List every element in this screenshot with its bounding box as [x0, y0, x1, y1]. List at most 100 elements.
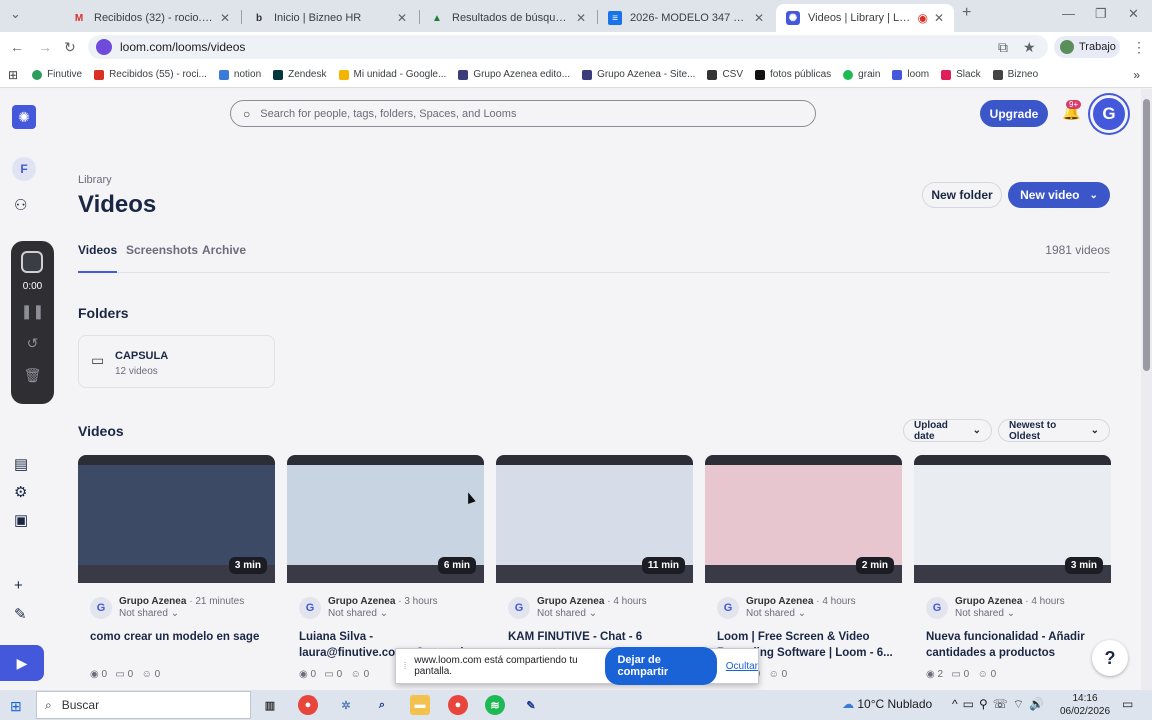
browser-tab-gmail[interactable]: M Recibidos (32) - rocio.ruiz@azenea ✕	[62, 4, 240, 32]
settings-gear-icon[interactable]: ⚙	[14, 483, 27, 501]
folder-card[interactable]: ▭ CAPSULA 12 videos	[78, 335, 275, 388]
video-card[interactable]: 3 min G Grupo Azenea · 4 hours Not shared ⌄…	[914, 455, 1111, 690]
new-folder-button[interactable]: New folder	[922, 182, 1002, 208]
folder-icon: ▭	[91, 352, 105, 368]
translate-icon[interactable]: ⧉	[998, 39, 1008, 56]
restart-icon[interactable]: ↺	[11, 335, 54, 352]
bookmark-star-icon[interactable]: ★	[1023, 39, 1036, 56]
tab-screenshots[interactable]: Screenshots	[126, 243, 198, 273]
workspace-avatar[interactable]: F	[12, 157, 36, 181]
views-icon: ◉	[299, 669, 308, 680]
gmail-icon	[94, 69, 105, 80]
pause-icon[interactable]: ❚❚	[11, 303, 54, 320]
trash-icon[interactable]: 🗑	[11, 367, 54, 384]
bookmark-zendesk[interactable]: Zendesk	[273, 69, 327, 80]
stop-recording-button[interactable]	[21, 251, 43, 273]
bookmark-csv[interactable]: CSV	[707, 69, 743, 80]
recording-indicator-icon: ◉	[917, 11, 928, 25]
tab-search-icon[interactable]: ⌄	[10, 6, 21, 22]
apps-grid-icon[interactable]: ⊞	[8, 68, 18, 82]
bookmark-drive[interactable]: Mi unidad - Google...	[338, 69, 446, 80]
bizneo-icon: b	[255, 12, 263, 24]
share-status[interactable]: Not shared ⌄	[955, 608, 1015, 619]
share-status[interactable]: Not shared ⌄	[119, 608, 179, 619]
video-card[interactable]: 3 min G Grupo Azenea · 21 minutes Not share…	[78, 455, 275, 690]
notifications-icon[interactable]: ▭	[1122, 697, 1133, 711]
bookmark-azenea-editor[interactable]: Grupo Azenea edito...	[458, 69, 570, 80]
tab-archive[interactable]: Archive	[202, 243, 246, 273]
screen-icon[interactable]: ▣	[14, 511, 28, 529]
back-icon[interactable]: ←	[10, 39, 24, 55]
tab-videos[interactable]: Videos	[78, 243, 118, 273]
browser-tab-bizneo[interactable]: b Inicio | Bizneo HR ✕	[242, 4, 417, 32]
bookmark-grain[interactable]: grain	[843, 69, 880, 80]
add-user-icon[interactable]: ⚇	[14, 196, 27, 214]
taskbar-clock[interactable]: 14:16 06/02/2026	[1060, 692, 1110, 718]
add-icon[interactable]: +	[14, 577, 23, 594]
library-icon[interactable]: ▤	[14, 455, 28, 473]
chrome-icon[interactable]: ●	[298, 695, 318, 715]
close-tab-icon[interactable]: ✕	[397, 11, 407, 25]
share-status[interactable]: Not shared ⌄	[746, 608, 806, 619]
camera-record-button[interactable]: ▶	[0, 645, 44, 681]
sort-by-dropdown[interactable]: Upload date ⌄	[903, 419, 992, 442]
help-button[interactable]: ?	[1092, 640, 1128, 676]
taskbar-search[interactable]: ⌕ Buscar	[36, 691, 251, 719]
close-tab-icon[interactable]: ✕	[754, 11, 764, 25]
close-tab-icon[interactable]: ✕	[934, 11, 944, 25]
share-status[interactable]: Not shared ⌄	[328, 608, 388, 619]
browser-tab-docs[interactable]: ≡ 2026- MODELO 347 Y MODELO ✕	[598, 4, 774, 32]
browser-tab-loom[interactable]: ✺ Videos | Library | Loom ◉ ✕	[776, 4, 954, 32]
share-status[interactable]: Not shared ⌄	[537, 608, 597, 619]
bookmark-azenea-site[interactable]: Grupo Azenea - Site...	[582, 69, 695, 80]
video-title[interactable]: Nueva funcionalidad - Añadir cantidades …	[926, 629, 1106, 661]
profile-chip[interactable]: Trabajo	[1054, 36, 1120, 58]
app-icon-2[interactable]: ✎	[521, 695, 541, 715]
spotify-icon[interactable]: ≋	[485, 695, 505, 715]
upgrade-button[interactable]: Upgrade	[980, 100, 1048, 127]
site-info-icon[interactable]	[96, 39, 112, 55]
bookmark-fotos[interactable]: fotos públicas	[755, 69, 831, 80]
bookmark-slack[interactable]: Slack	[941, 69, 981, 80]
user-avatar[interactable]: G	[1090, 95, 1128, 133]
system-tray[interactable]: ^▭⚲☏⌔🔊	[952, 697, 1049, 712]
hide-link[interactable]: Ocultar	[726, 661, 758, 672]
reload-icon[interactable]: ↻	[64, 39, 76, 56]
chrome-active-icon[interactable]: ●	[448, 695, 468, 715]
more-bookmarks-icon[interactable]: »	[1133, 68, 1140, 82]
bookmark-bizneo[interactable]: Bizneo	[992, 69, 1038, 80]
sort-order-dropdown[interactable]: Newest to Oldest ⌄	[998, 419, 1110, 442]
search-input[interactable]: ○ Search for people, tags, folders, Spac…	[230, 100, 816, 127]
breadcrumb[interactable]: Library	[78, 174, 112, 186]
bookmarks-bar: ⊞ Finutive Recibidos (55) - roci... noti…	[0, 62, 1152, 88]
new-video-button[interactable]: New video ⌄	[1008, 182, 1110, 208]
browser-tab-google-search[interactable]: ▲ Resultados de búsqueda - Google ✕	[420, 4, 596, 32]
bookmark-finutive[interactable]: Finutive	[32, 69, 82, 80]
search-app-icon[interactable]: ⌕	[372, 695, 392, 715]
brush-icon[interactable]: ✎	[14, 605, 27, 623]
forward-icon[interactable]: →	[38, 39, 52, 55]
close-window-button[interactable]: ✕	[1128, 6, 1139, 22]
drag-handle-icon[interactable]: ⦙	[404, 661, 406, 672]
minimize-button[interactable]: —	[1062, 6, 1075, 21]
page-scrollbar[interactable]	[1141, 89, 1152, 690]
stop-sharing-button[interactable]: Dejar de compartir	[605, 647, 717, 685]
weather-widget[interactable]: ☁ 10°C Nublado	[842, 697, 932, 711]
scrollbar-thumb[interactable]	[1143, 99, 1150, 371]
close-tab-icon[interactable]: ✕	[576, 11, 586, 25]
video-title[interactable]: como crear un modelo en sage	[90, 629, 270, 661]
new-tab-button[interactable]: +	[962, 4, 971, 22]
maximize-button[interactable]: ❐	[1095, 6, 1107, 22]
task-view-icon[interactable]: ▥	[260, 695, 280, 715]
bookmark-notion[interactable]: notion	[218, 69, 261, 80]
bookmark-loom[interactable]: loom	[892, 69, 929, 80]
url-field[interactable]: loom.com/looms/videos	[88, 35, 1048, 59]
file-explorer-icon[interactable]: ▬	[410, 695, 430, 715]
loom-logo-icon[interactable]: ✺	[12, 105, 36, 129]
bookmark-gmail[interactable]: Recibidos (55) - roci...	[94, 69, 207, 80]
windows-start-icon[interactable]: ⊞	[10, 698, 22, 715]
app-icon[interactable]: ✲	[336, 695, 356, 715]
close-tab-icon[interactable]: ✕	[220, 11, 230, 25]
browser-menu-icon[interactable]: ⋮	[1132, 39, 1146, 56]
duration-badge: 11 min	[641, 557, 685, 574]
